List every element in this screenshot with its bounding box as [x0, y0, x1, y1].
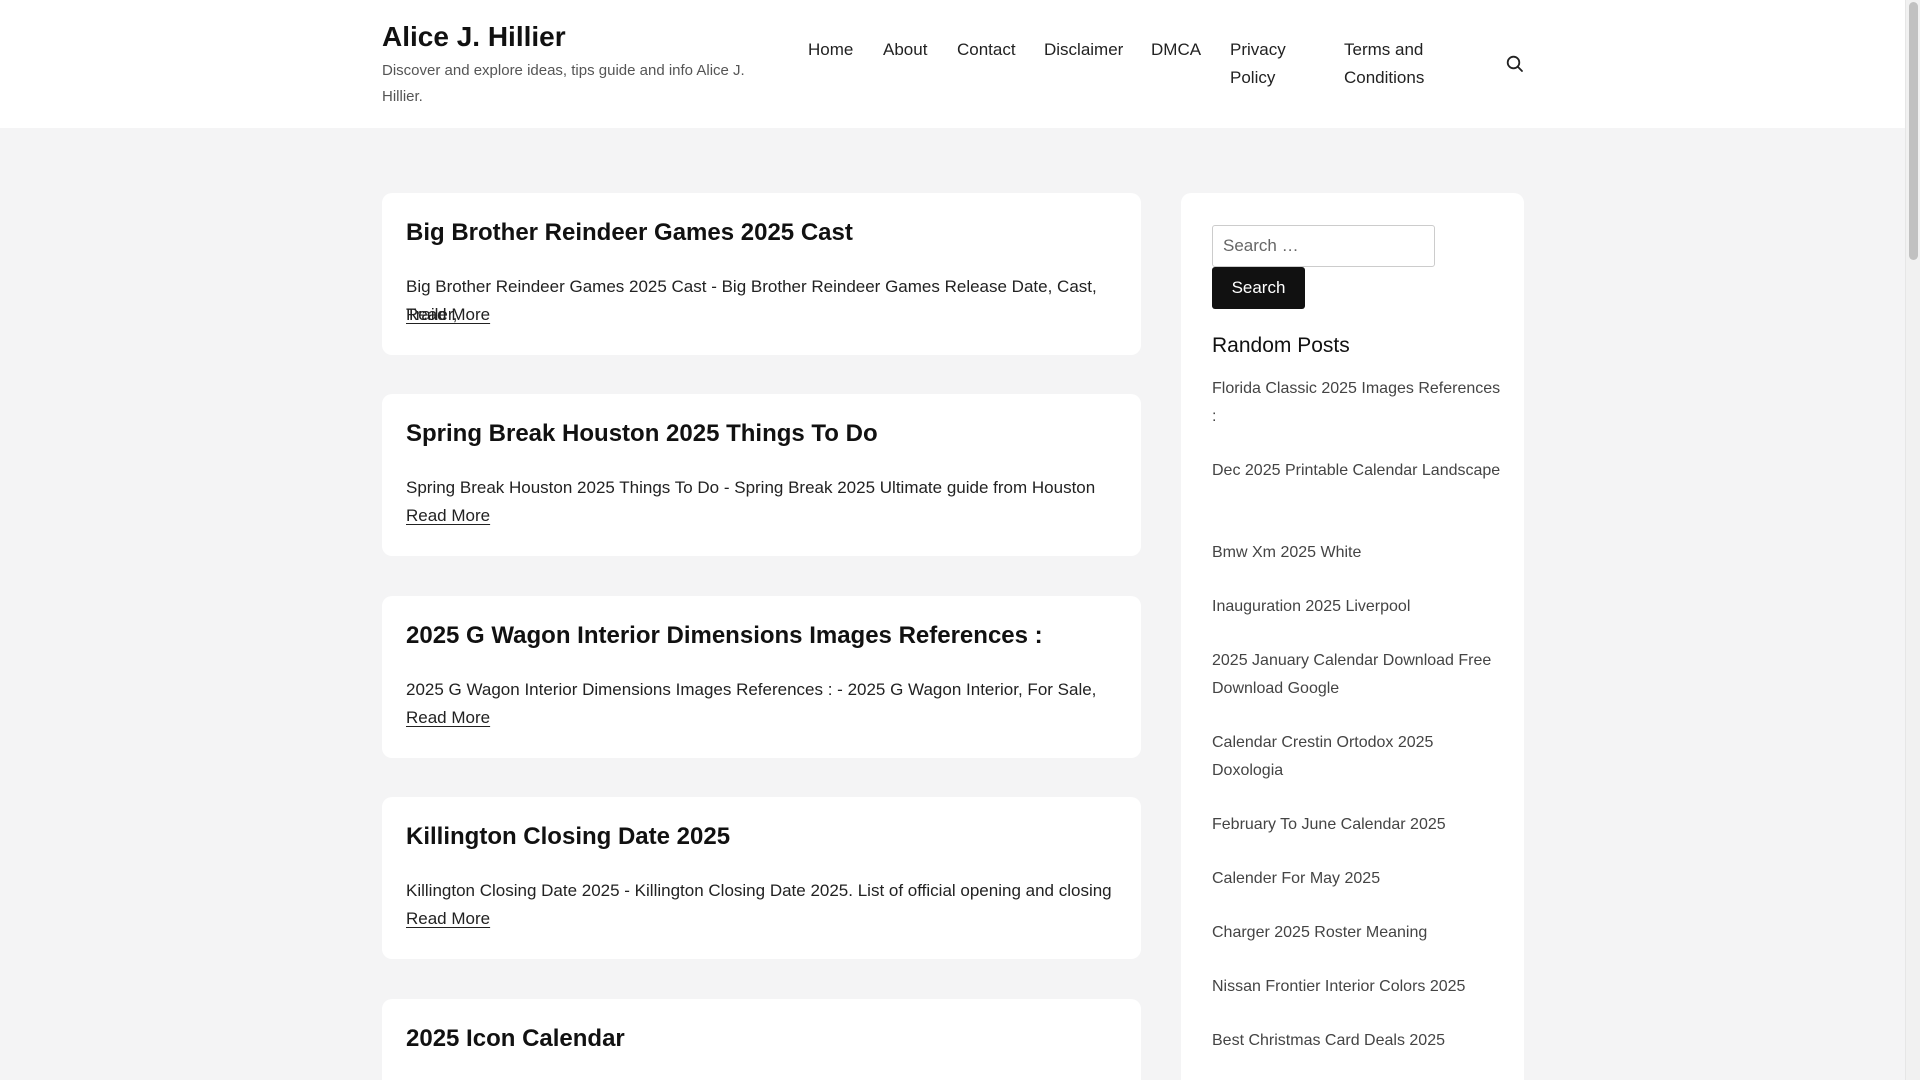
- nav-item-home[interactable]: Home: [808, 36, 853, 64]
- post-excerpt: Spring Break Houston 2025 Things To Do -…: [406, 478, 1096, 497]
- random-post-link[interactable]: Calendar Crestin Ortodox 2025 Doxologia: [1212, 729, 1502, 785]
- random-post-link[interactable]: Bmw Xm 2025 White: [1212, 539, 1502, 567]
- post-title[interactable]: 2025 G Wagon Interior Dimensions Images …: [406, 620, 1116, 652]
- post-card: 2025 Icon Calendar: [382, 999, 1141, 1080]
- post-title[interactable]: Big Brother Reindeer Games 2025 Cast: [406, 217, 1116, 249]
- nav-item-about[interactable]: About: [883, 36, 927, 64]
- nav-item-privacy-policy[interactable]: Privacy Policy: [1230, 36, 1320, 92]
- site-description: Discover and explore ideas, tips guide a…: [382, 62, 745, 105]
- nav-item-terms-and-conditions[interactable]: Terms and Conditions: [1344, 36, 1464, 92]
- random-post-link[interactable]: Calender For May 2025: [1212, 865, 1502, 893]
- post-card: Killington Closing Date 2025 Killington …: [382, 797, 1141, 959]
- random-posts-heading: Random Posts: [1212, 334, 1350, 357]
- search-button[interactable]: Search: [1212, 267, 1305, 309]
- nav-item-dmca[interactable]: DMCA: [1151, 36, 1201, 64]
- search-icon: [1506, 55, 1523, 72]
- random-post-link[interactable]: Dec 2025 Printable Calendar Landscape: [1212, 457, 1502, 485]
- vertical-scrollbar[interactable]: [1905, 0, 1920, 1080]
- site-header: Alice J. Hillier Discover and explore id…: [0, 0, 1905, 128]
- post-excerpt: Killington Closing Date 2025 - Killingto…: [406, 881, 1112, 900]
- post-title[interactable]: Killington Closing Date 2025: [406, 821, 1116, 853]
- post-excerpt: 2025 G Wagon Interior Dimensions Images …: [406, 680, 1097, 699]
- sidebar: Search Random Posts Florida Classic 2025…: [1181, 193, 1524, 1080]
- site-title-link[interactable]: Alice J. Hillier: [382, 20, 566, 54]
- search-toggle-button[interactable]: [1505, 54, 1525, 74]
- post-card: Big Brother Reindeer Games 2025 Cast Big…: [382, 193, 1141, 355]
- random-post-link[interactable]: February To June Calendar 2025: [1212, 811, 1502, 839]
- search-input[interactable]: [1212, 225, 1435, 267]
- nav-item-disclaimer[interactable]: Disclaimer: [1044, 36, 1123, 64]
- random-post-link[interactable]: Charger 2025 Roster Meaning: [1212, 919, 1502, 947]
- random-post-link[interactable]: Best Christmas Card Deals 2025: [1212, 1027, 1502, 1055]
- post-card: Spring Break Houston 2025 Things To Do S…: [382, 394, 1141, 556]
- random-post-link[interactable]: 2025 January Calendar Download Free Down…: [1212, 647, 1502, 703]
- read-more-link[interactable]: Read More: [406, 502, 490, 530]
- site-branding: Alice J. Hillier Discover and explore id…: [382, 20, 762, 110]
- read-more-link[interactable]: Read More: [406, 704, 490, 732]
- read-more-link[interactable]: Read More: [406, 905, 490, 933]
- post-title[interactable]: 2025 Icon Calendar: [406, 1023, 1116, 1055]
- random-post-link[interactable]: Inauguration 2025 Liverpool: [1212, 593, 1502, 621]
- post-card: 2025 G Wagon Interior Dimensions Images …: [382, 596, 1141, 758]
- random-post-link[interactable]: Nissan Frontier Interior Colors 2025: [1212, 973, 1502, 1001]
- post-excerpt: Big Brother Reindeer Games 2025 Cast - B…: [406, 277, 1097, 324]
- random-post-link[interactable]: Florida Classic 2025 Images References :: [1212, 375, 1502, 431]
- post-title[interactable]: Spring Break Houston 2025 Things To Do: [406, 418, 1116, 450]
- nav-item-contact[interactable]: Contact: [957, 36, 1016, 64]
- page: Alice J. Hillier Discover and explore id…: [0, 0, 1920, 1080]
- read-more-link[interactable]: Read More: [406, 301, 490, 329]
- scrollbar-thumb[interactable]: [1909, 2, 1918, 260]
